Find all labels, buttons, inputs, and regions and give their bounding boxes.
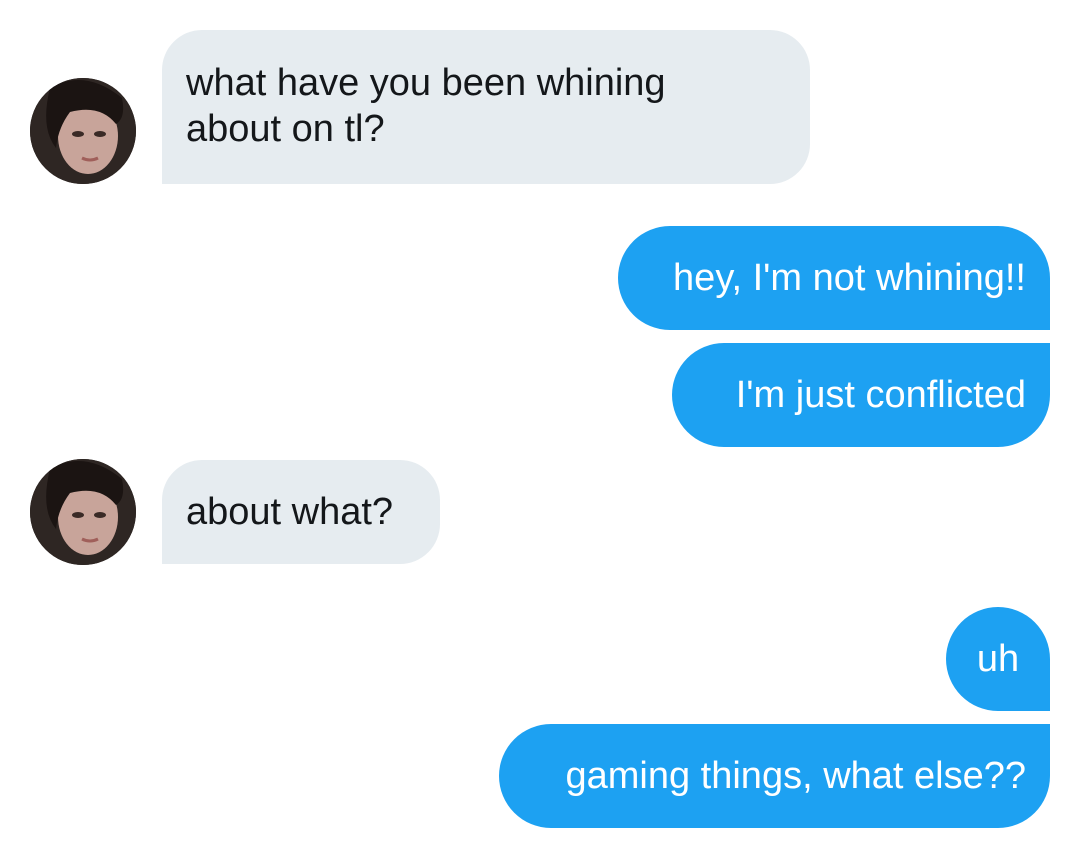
contact-avatar[interactable] [30,459,136,565]
contact-avatar[interactable] [30,78,136,184]
avatar-photo-icon [30,78,136,184]
message-bubble-incoming[interactable]: what have you been whining about on tl? [162,30,810,184]
message-bubble-outgoing[interactable]: uh [946,607,1050,711]
message-bubble-outgoing[interactable]: gaming things, what else?? [499,724,1050,828]
message-bubble-outgoing[interactable]: hey, I'm not whining!! [618,226,1050,330]
message-bubble-incoming[interactable]: about what? [162,460,440,564]
avatar-photo-icon [30,459,136,565]
message-bubble-outgoing[interactable]: I'm just conflicted [672,343,1050,447]
